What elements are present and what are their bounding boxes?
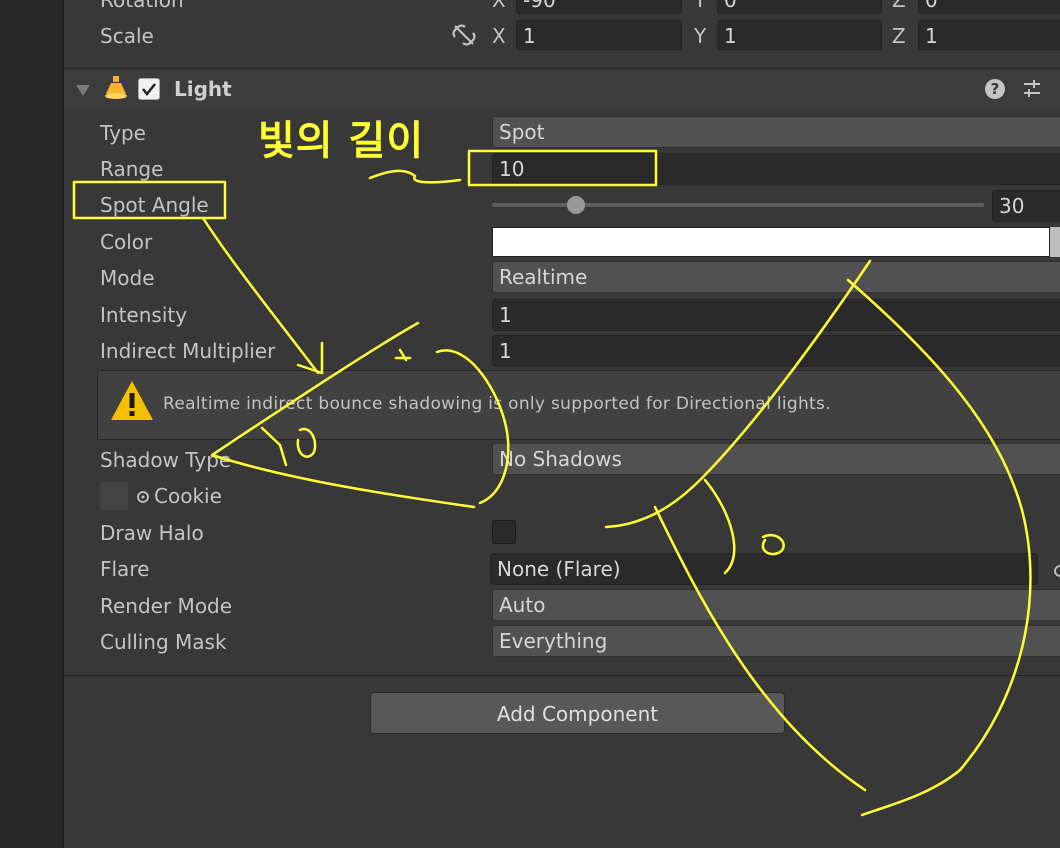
scale-z-label[interactable]: Z [892,24,906,48]
triangle-down-icon[interactable] [76,82,90,101]
mode-label: Mode [100,266,155,290]
annotation-korean-text: 빛의 길이 [258,118,425,164]
indirect-multiplier-label: Indirect Multiplier [100,339,276,363]
scale-y-label[interactable]: Y [694,24,706,48]
indirect-multiplier-field[interactable]: 1 [492,335,1060,367]
left-side-panel [0,0,64,848]
rotation-y-label[interactable]: Y [694,0,706,12]
draw-halo-checkbox[interactable] [492,520,516,544]
shadow-type-dropdown[interactable]: No Shadows [492,443,1060,475]
section-divider [64,68,1060,69]
flare-field[interactable]: None (Flare) [490,553,1038,585]
unlink-icon[interactable] [451,23,477,51]
object-picker-icon[interactable] [1052,563,1060,582]
scale-label: Scale [100,24,154,48]
scale-x-field[interactable]: 1 [516,20,682,50]
culling-mask-label: Culling Mask [100,630,227,654]
scale-y-field[interactable]: 1 [717,20,882,50]
type-dropdown[interactable]: Spot [492,116,1060,148]
component-title: Light [174,77,232,101]
range-label: Range [100,157,164,181]
flare-label: Flare [100,557,150,581]
add-component-button[interactable]: Add Component [370,692,785,734]
warning-text: Realtime indirect bounce shadowing is on… [163,394,831,414]
mode-dropdown[interactable]: Realtime [492,261,1060,293]
cookie-texture-thumbnail[interactable] [100,482,128,510]
rotation-x-field[interactable]: -90 [516,0,682,14]
color-picker-edge [1050,227,1060,257]
sliders-icon[interactable] [1020,78,1044,104]
rotation-y-field[interactable]: 0 [717,0,882,14]
spot-angle-slider-thumb[interactable] [567,196,585,214]
spot-angle-slider-track[interactable] [492,203,984,207]
rotation-label: Rotation [100,0,184,12]
light-enabled-checkbox[interactable] [138,78,160,100]
type-label: Type [100,121,146,145]
spotlight-icon [104,74,128,106]
rotation-z-label[interactable]: Z [892,0,906,12]
rotation-x-label[interactable]: X [492,0,506,12]
spot-angle-field[interactable]: 30 [992,190,1060,222]
section-divider [64,675,1060,676]
rotation-z-field[interactable]: 0 [918,0,1060,14]
culling-mask-dropdown[interactable]: Everything [492,625,1060,657]
object-picker-icon[interactable] [136,489,150,508]
scale-z-field[interactable]: 1 [918,20,1060,50]
color-label: Color [100,230,153,254]
help-icon[interactable]: ? [985,79,1005,99]
intensity-field[interactable]: 1 [492,299,1060,331]
shadow-type-label: Shadow Type [100,448,232,472]
draw-halo-label: Draw Halo [100,521,204,545]
intensity-label: Intensity [100,303,188,327]
color-swatch[interactable] [492,227,1050,257]
scale-x-label[interactable]: X [492,24,506,48]
range-field[interactable]: 10 [492,153,1060,185]
warning-icon [109,378,155,428]
spot-angle-label: Spot Angle [100,193,209,217]
render-mode-dropdown[interactable]: Auto [492,589,1060,621]
cookie-label: Cookie [154,484,222,508]
render-mode-label: Render Mode [100,594,233,618]
